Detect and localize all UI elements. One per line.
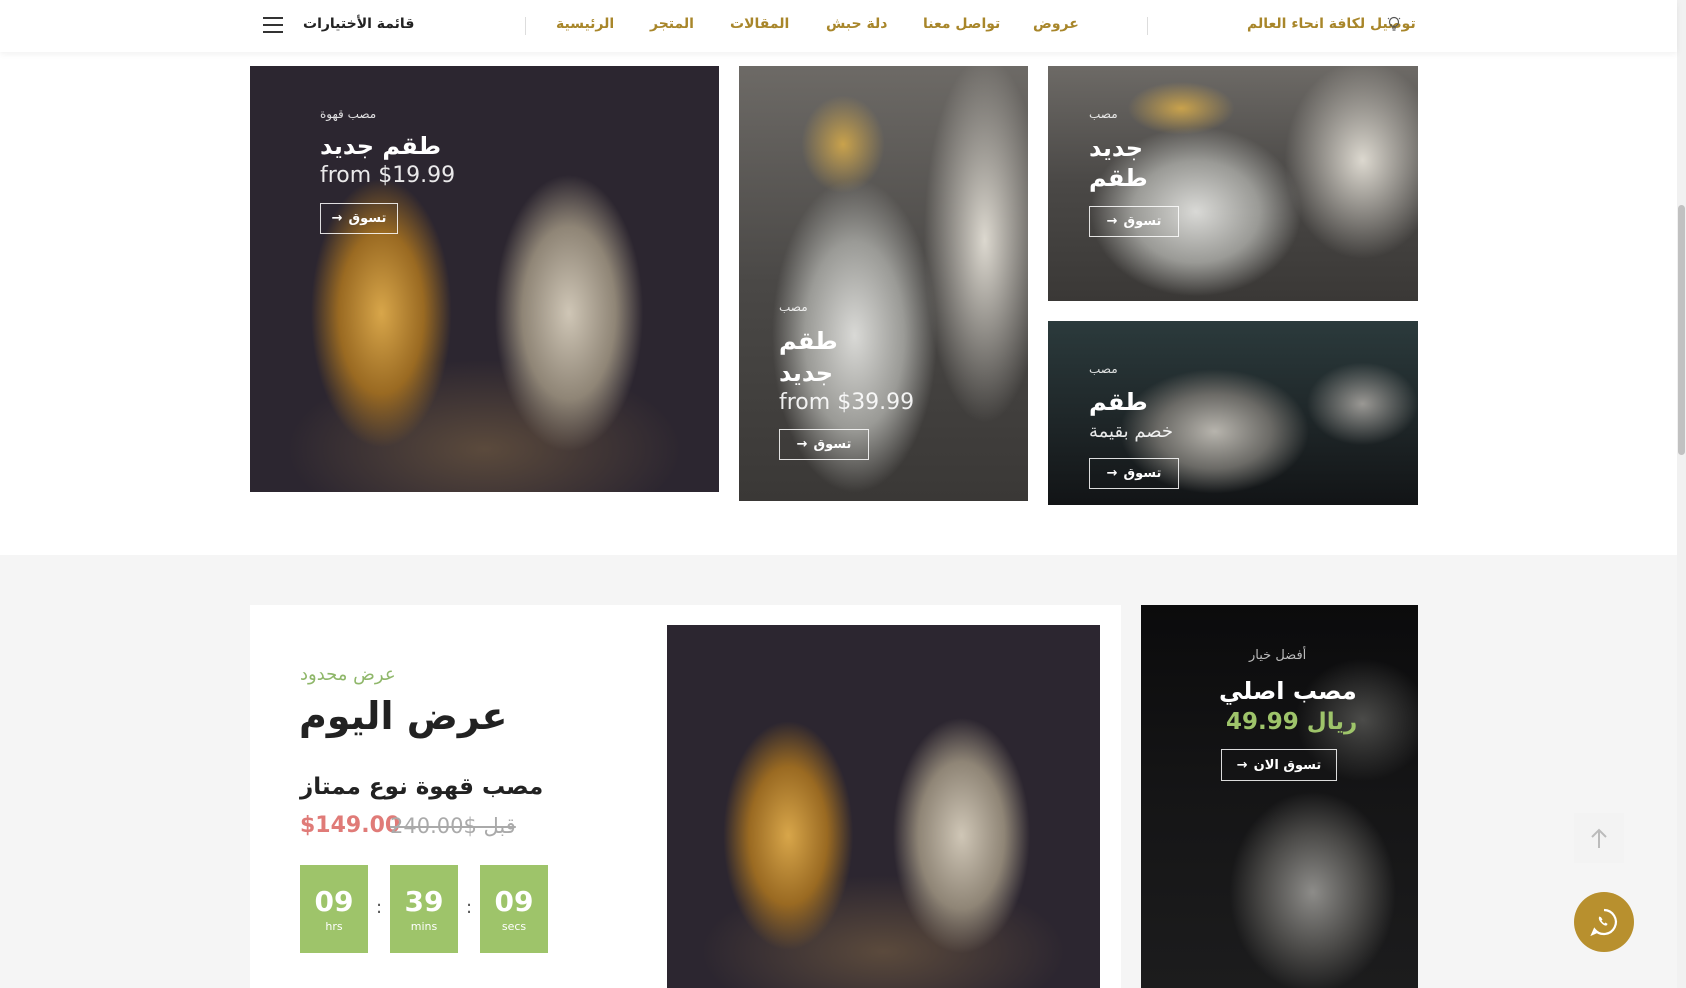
whatsapp-button[interactable] bbox=[1574, 892, 1634, 952]
shop-now-label: تسوق الان bbox=[1253, 757, 1322, 773]
best-title: مصب اصلي bbox=[1219, 677, 1357, 705]
menu-icon[interactable] bbox=[263, 17, 283, 33]
shop-button-label: تسوق bbox=[1123, 466, 1162, 481]
shop-button[interactable]: → تسوق bbox=[1089, 206, 1179, 237]
nav-contact[interactable]: تواصل معنا bbox=[923, 16, 1000, 32]
shop-button-label: تسوق bbox=[1123, 214, 1162, 229]
countdown-unit: secs bbox=[501, 920, 527, 933]
nav-offers[interactable]: عروض bbox=[1033, 16, 1079, 32]
divider bbox=[1147, 17, 1148, 35]
countdown-value: 09 bbox=[314, 885, 354, 918]
deal-price: $149.00 bbox=[300, 813, 401, 838]
countdown-hours: 09 hrs bbox=[300, 865, 368, 953]
best-price: 49.99 ريال bbox=[1226, 709, 1358, 735]
countdown-colon: : bbox=[376, 897, 383, 918]
banner-title: طقم bbox=[1089, 388, 1148, 416]
deal-product-name[interactable]: مصب قهوة نوع ممتاز bbox=[300, 774, 543, 800]
arrow-right-icon: → bbox=[331, 211, 343, 226]
scrollbar-thumb[interactable] bbox=[1678, 205, 1685, 455]
countdown-colon: : bbox=[466, 897, 473, 918]
banner-small-label: مصب bbox=[779, 300, 808, 314]
arrow-up-icon bbox=[1591, 828, 1607, 848]
top-header: قائمة الأختيارات الرئيسية المتجر المقالا… bbox=[0, 0, 1677, 52]
banner-discount-text: خصم بقيمة bbox=[1089, 421, 1174, 442]
banner-small-label: مصب قهوة bbox=[320, 107, 377, 121]
deal-subtitle: عرض محدود bbox=[300, 664, 396, 685]
arrow-right-icon: → bbox=[1106, 214, 1118, 229]
countdown-minutes: 39 mins bbox=[390, 865, 458, 953]
arrow-right-icon: → bbox=[1106, 466, 1118, 481]
banner-title-line2: جديد bbox=[779, 359, 834, 387]
banner-small-label: مصب bbox=[1089, 107, 1118, 121]
scroll-to-top-button[interactable] bbox=[1574, 813, 1624, 863]
whatsapp-icon bbox=[1590, 908, 1617, 937]
divider bbox=[525, 17, 526, 35]
countdown-unit: hrs bbox=[325, 920, 343, 933]
countdown-seconds: 09 secs bbox=[480, 865, 548, 953]
nav-home[interactable]: الرئيسية bbox=[556, 16, 614, 32]
deal-old-price: قبل $240.00 bbox=[390, 814, 516, 838]
banner-small-label: مصب bbox=[1089, 362, 1118, 376]
nav-store[interactable]: المتجر bbox=[650, 16, 694, 32]
banner-title-line1: جديد bbox=[1089, 134, 1144, 162]
banner-title-line1: طقم bbox=[779, 327, 838, 355]
banner-title-line2: طقم bbox=[1089, 164, 1148, 192]
shop-button-label: تسوق bbox=[348, 211, 387, 226]
deal-product-image[interactable] bbox=[667, 625, 1100, 988]
bulb-icon bbox=[1387, 16, 1401, 31]
banner-price: from $39.99 bbox=[779, 390, 915, 415]
arrow-right-icon: → bbox=[1236, 757, 1248, 773]
countdown-value: 39 bbox=[404, 885, 444, 918]
arrow-right-icon: → bbox=[796, 437, 808, 452]
menu-label[interactable]: قائمة الأختيارات bbox=[303, 16, 414, 32]
nav-articles[interactable]: المقالات bbox=[730, 16, 789, 32]
nav-dallah-habash[interactable]: دلة حبش bbox=[826, 16, 887, 32]
shop-button[interactable]: → تسوق bbox=[779, 429, 869, 460]
banner-price: from $19.99 bbox=[320, 163, 456, 188]
countdown-value: 09 bbox=[494, 885, 534, 918]
countdown-unit: mins bbox=[410, 920, 438, 933]
shop-now-button[interactable]: → تسوق الان bbox=[1221, 749, 1337, 781]
shop-button[interactable]: → تسوق bbox=[320, 203, 398, 234]
shop-button[interactable]: → تسوق bbox=[1089, 458, 1179, 489]
shop-button-label: تسوق bbox=[813, 437, 852, 452]
deal-title: عرض اليوم bbox=[299, 694, 508, 738]
page-scrollbar[interactable] bbox=[1677, 0, 1686, 988]
best-small-label: أفضل خيار bbox=[1249, 648, 1307, 663]
banner-title: طقم جديد bbox=[320, 132, 442, 160]
banner-coffee-set[interactable] bbox=[250, 66, 719, 492]
